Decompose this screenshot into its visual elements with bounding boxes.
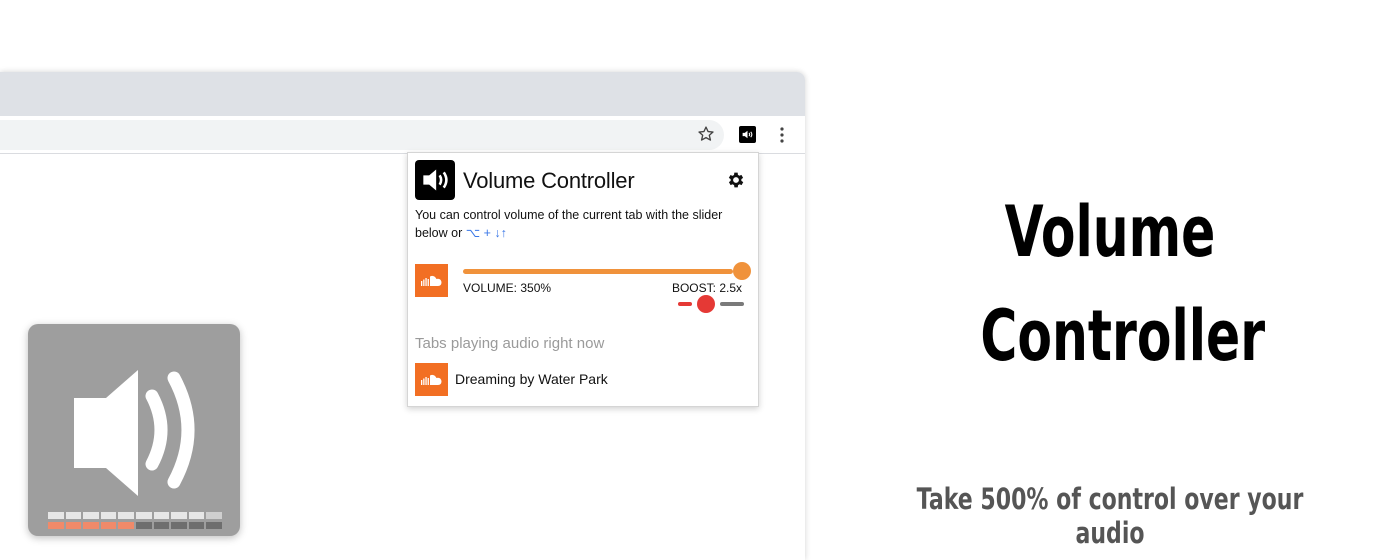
level-meter-cell — [135, 522, 152, 529]
level-meter-cell — [153, 522, 170, 529]
address-bar[interactable] — [0, 120, 724, 150]
level-meter-cell — [171, 512, 187, 519]
hero-title-line-1: Volume — [1004, 191, 1216, 273]
boost-slider-track-active[interactable] — [678, 302, 692, 306]
hero-title: Volume Controller — [980, 180, 1266, 388]
boost-slider-thumb[interactable] — [697, 295, 715, 313]
level-meter-cell — [48, 512, 64, 519]
volume-slider-thumb[interactable] — [733, 262, 751, 280]
popup-description: You can control volume of the current ta… — [415, 206, 755, 242]
soundcloud-favicon[interactable] — [415, 363, 448, 396]
level-meter — [48, 512, 222, 529]
volume-extension-icon[interactable] — [739, 126, 756, 143]
extension-popup: Volume Controller You can control volume… — [407, 152, 759, 407]
level-meter-cell — [206, 512, 222, 519]
level-meter-cell — [118, 512, 134, 519]
level-meter-cell — [153, 512, 170, 519]
level-meter-top-row — [48, 512, 222, 519]
level-meter-cell — [171, 522, 187, 529]
keyboard-shortcut: ⌥ + ↓↑ — [465, 226, 507, 240]
level-meter-cell — [65, 512, 82, 519]
star-icon[interactable] — [694, 122, 718, 146]
boost-label: BOOST: 2.5x — [671, 281, 742, 295]
level-meter-cell — [65, 522, 82, 529]
level-meter-cell — [206, 522, 222, 529]
level-meter-cell — [188, 512, 205, 519]
level-meter-cell — [100, 522, 117, 529]
tab-strip — [0, 72, 805, 116]
more-menu-icon[interactable] — [772, 123, 792, 147]
level-meter-cell — [100, 512, 117, 519]
app-icon — [28, 324, 240, 536]
boost-slider-track-rest[interactable] — [720, 302, 744, 306]
soundcloud-favicon[interactable] — [415, 264, 448, 297]
playing-tabs-heading: Tabs playing audio right now — [415, 335, 605, 352]
hero-title-line-2: Controller — [980, 295, 1266, 377]
volume-slider-track[interactable] — [463, 269, 733, 274]
gear-icon[interactable] — [726, 170, 746, 190]
level-meter-bottom-row — [48, 522, 222, 529]
level-meter-cell — [83, 522, 99, 529]
volume-label: VOLUME: 350% — [463, 281, 552, 295]
level-meter-cell — [83, 512, 99, 519]
level-meter-cell — [118, 522, 134, 529]
speaker-icon — [74, 370, 195, 496]
hero-tagline: Take 500% of control over your audio — [916, 482, 1304, 550]
level-meter-cell — [48, 522, 64, 529]
level-meter-cell — [188, 522, 205, 529]
speaker-icon — [415, 160, 455, 200]
playing-tab-title[interactable]: Dreaming by Water Park — [455, 371, 608, 387]
level-meter-cell — [135, 512, 152, 519]
popup-title: Volume Controller — [463, 168, 635, 193]
browser-toolbar — [0, 116, 805, 154]
description-text: You can control volume of the current ta… — [415, 208, 723, 240]
